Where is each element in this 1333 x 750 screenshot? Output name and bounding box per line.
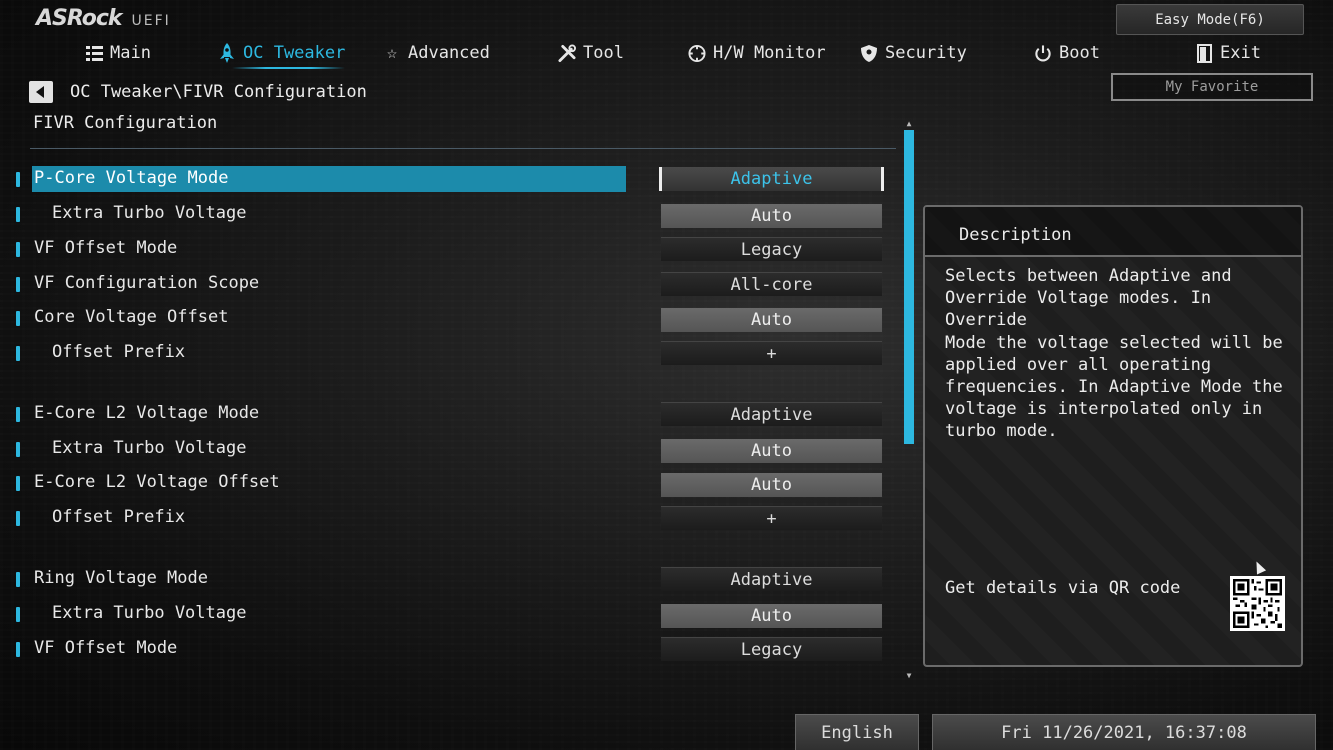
tab-hw-monitor-label: H/W Monitor — [713, 43, 826, 63]
tab-security[interactable]: Security — [860, 38, 967, 68]
divider — [30, 148, 896, 149]
qr-label: Get details via QR code — [945, 578, 1181, 598]
row-marker — [16, 511, 20, 526]
description-panel: Description Selects between Adaptive and… — [923, 205, 1303, 667]
setting-value[interactable]: Auto — [661, 473, 882, 497]
setting-value[interactable]: Adaptive — [661, 567, 882, 591]
setting-label: Core Voltage Offset — [34, 307, 229, 327]
row-marker — [16, 407, 20, 422]
setting-value[interactable]: All-core — [661, 272, 882, 296]
setting-label: E-Core L2 Voltage Mode — [34, 403, 260, 423]
tools-icon — [558, 44, 576, 62]
setting-value[interactable]: Auto — [661, 439, 882, 463]
monitor-icon — [688, 44, 706, 62]
power-icon — [1034, 44, 1052, 62]
qr-code-icon — [1230, 576, 1285, 631]
setting-label: Ring Voltage Mode — [34, 568, 208, 588]
setting-label: Extra Turbo Voltage — [52, 438, 247, 458]
setting-value[interactable]: + — [661, 341, 882, 365]
tab-boot[interactable]: Boot — [1034, 38, 1100, 68]
main-nav: Main OC Tweaker ☆ Advanced Tool H/W Moni… — [0, 38, 1261, 69]
setting-label: Offset Prefix — [52, 507, 186, 527]
brand-sub: UEFI — [131, 13, 171, 29]
setting-row[interactable]: VF Configuration Scope All-core — [0, 271, 900, 299]
row-marker — [16, 277, 20, 292]
language-button[interactable]: English — [795, 714, 919, 750]
setting-value[interactable]: Legacy — [661, 637, 882, 661]
scroll-down-arrow-icon[interactable]: ▼ — [904, 672, 914, 680]
tab-tool-label: Tool — [583, 43, 624, 63]
shield-icon — [860, 44, 878, 62]
setting-row[interactable]: Ring Voltage Mode Adaptive — [0, 566, 900, 594]
brand-name: ASRock — [36, 6, 123, 31]
tab-hw-monitor[interactable]: H/W Monitor — [688, 38, 826, 68]
tab-main-label: Main — [110, 43, 151, 63]
setting-row[interactable]: Extra Turbo Voltage Auto — [0, 436, 900, 464]
setting-value[interactable]: Auto — [661, 204, 882, 228]
setting-row[interactable]: Extra Turbo Voltage Auto — [0, 601, 900, 629]
row-marker — [16, 442, 20, 457]
section-title: FIVR Configuration — [33, 113, 218, 133]
setting-label: Extra Turbo Voltage — [52, 603, 247, 623]
scrollbar-thumb[interactable] — [904, 130, 914, 444]
tab-boot-label: Boot — [1059, 43, 1100, 63]
tab-main[interactable]: Main — [85, 38, 151, 68]
setting-row[interactable]: Core Voltage Offset Auto — [0, 305, 900, 333]
row-marker — [16, 311, 20, 326]
scroll-up-arrow-icon[interactable]: ▲ — [904, 120, 914, 128]
row-marker — [16, 242, 20, 257]
tab-security-label: Security — [885, 43, 967, 63]
row-marker — [16, 346, 20, 361]
row-marker — [16, 642, 20, 657]
setting-value[interactable]: + — [661, 506, 882, 530]
setting-value[interactable]: Auto — [661, 308, 882, 332]
setting-label: VF Offset Mode — [34, 238, 178, 258]
description-text: Selects between Adaptive and Override Vo… — [945, 266, 1283, 442]
setting-label: E-Core L2 Voltage Offset — [34, 472, 280, 492]
list-icon — [85, 44, 103, 62]
asrock-logo: ASRock UEFI — [36, 6, 171, 32]
datetime-display: Fri 11/26/2021, 16:37:08 — [932, 714, 1316, 750]
setting-row[interactable]: E-Core L2 Voltage Offset Auto — [0, 470, 900, 498]
setting-row[interactable]: VF Offset Mode Legacy — [0, 236, 900, 264]
setting-value[interactable]: Adaptive — [659, 167, 884, 191]
setting-label: VF Configuration Scope — [34, 273, 260, 293]
my-favorite-button[interactable]: My Favorite — [1111, 73, 1313, 101]
tab-advanced-label: Advanced — [408, 43, 490, 63]
rocket-icon — [218, 43, 236, 63]
row-marker — [16, 207, 20, 222]
star-icon: ☆ — [386, 43, 398, 63]
description-header: Description — [925, 207, 1301, 257]
setting-value[interactable]: Legacy — [661, 237, 882, 261]
row-marker — [16, 607, 20, 622]
tab-exit-label: Exit — [1220, 43, 1261, 63]
setting-label: Offset Prefix — [52, 342, 186, 362]
row-marker — [16, 172, 20, 187]
setting-value[interactable]: Auto — [661, 604, 882, 628]
tab-exit[interactable]: Exit — [1195, 38, 1261, 68]
setting-row[interactable]: E-Core L2 Voltage Mode Adaptive — [0, 401, 900, 429]
setting-row[interactable]: P-Core Voltage Mode Adaptive — [0, 166, 900, 194]
setting-label: VF Offset Mode — [34, 638, 178, 658]
exit-icon — [1195, 43, 1213, 63]
setting-row[interactable]: Offset Prefix + — [0, 505, 900, 533]
description-title: Description — [959, 225, 1072, 245]
easy-mode-button[interactable]: Easy Mode(F6) — [1116, 4, 1304, 35]
tab-oc-tweaker[interactable]: OC Tweaker — [218, 38, 346, 69]
setting-value[interactable]: Adaptive — [661, 402, 882, 426]
setting-row[interactable]: VF Offset Mode Legacy — [0, 636, 900, 664]
row-marker — [16, 572, 20, 587]
breadcrumb: OC Tweaker\FIVR Configuration — [70, 82, 367, 102]
row-marker — [16, 476, 20, 491]
setting-row[interactable]: Extra Turbo Voltage Auto — [0, 201, 900, 229]
setting-row[interactable]: Offset Prefix + — [0, 340, 900, 368]
tab-oc-tweaker-label: OC Tweaker — [243, 43, 346, 63]
tab-tool[interactable]: Tool — [558, 38, 624, 68]
setting-label: Extra Turbo Voltage — [52, 203, 247, 223]
back-button[interactable] — [29, 81, 53, 103]
setting-label: P-Core Voltage Mode — [32, 166, 626, 192]
scrollbar[interactable]: ▲ ▼ — [903, 120, 915, 680]
tab-advanced[interactable]: ☆ Advanced — [383, 38, 490, 68]
